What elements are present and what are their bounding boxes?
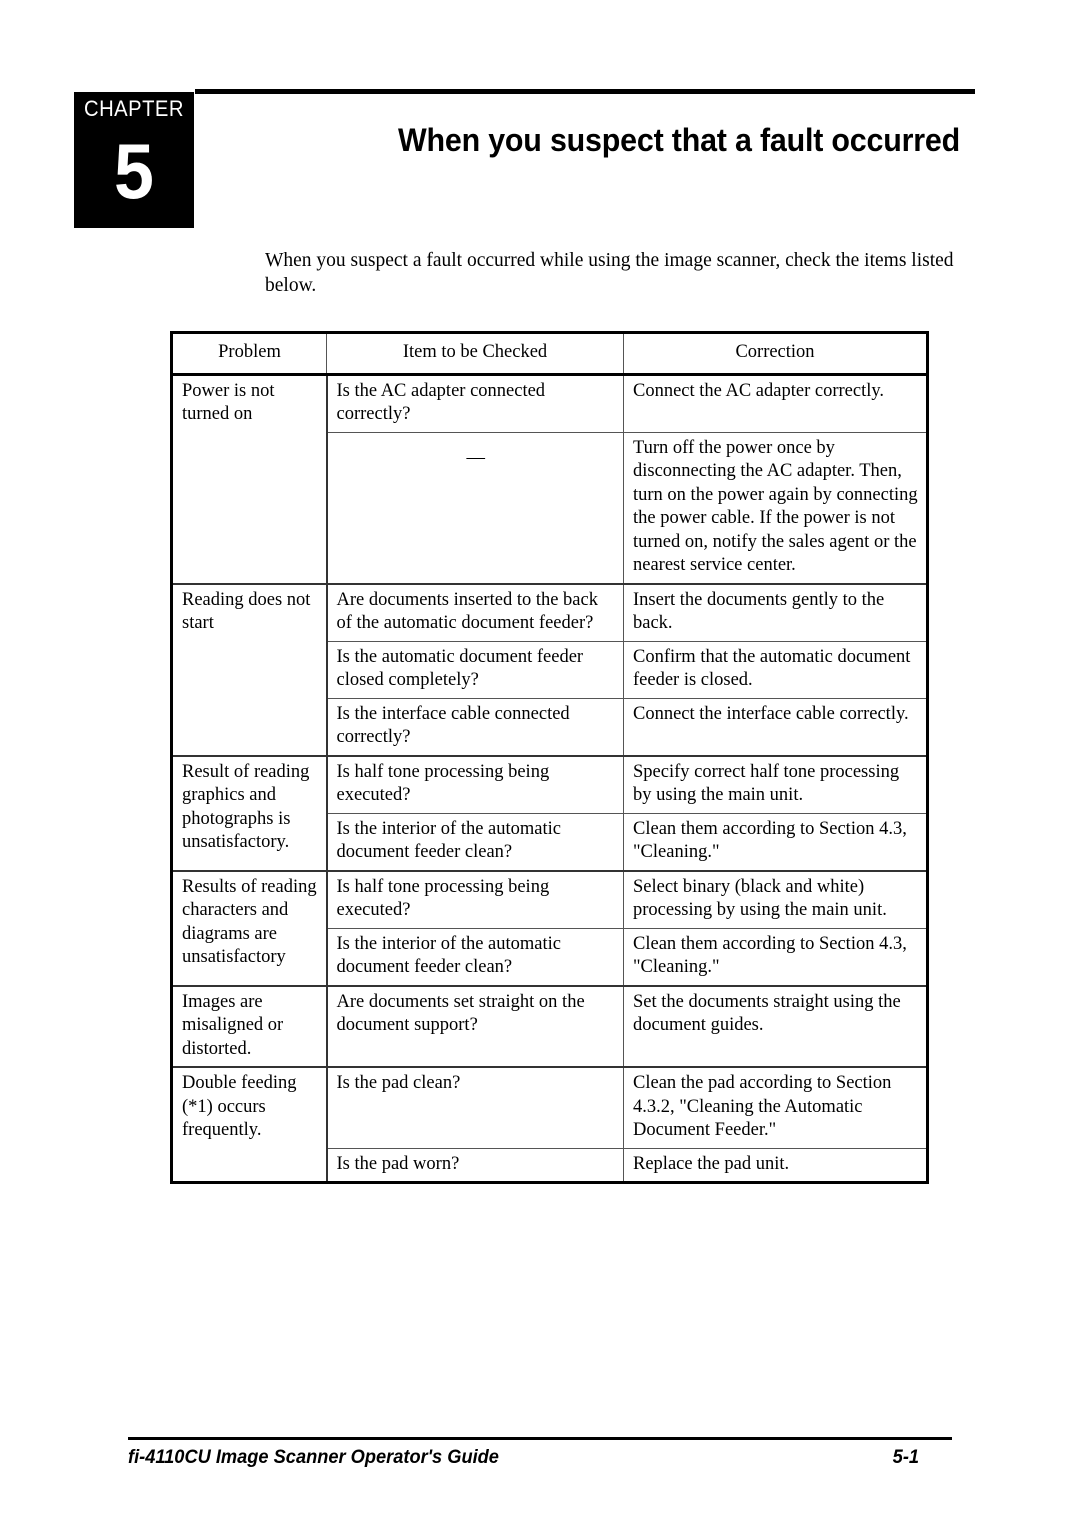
cell-item-empty: — [326, 431, 624, 584]
cell-problem: Results of reading characters and diagra… [171, 869, 328, 986]
footer-page-number: 5-1 [892, 1447, 920, 1468]
cell-item: Is the pad clean? [326, 1066, 624, 1149]
footer-rule [128, 1437, 952, 1440]
cell-item: Is the AC adapter connected correctly? [326, 373, 624, 433]
footer-document-title: fi-4110CU Image Scanner Operator's Guide [128, 1447, 499, 1468]
cell-correction: Connect the AC adapter correctly. [623, 373, 928, 433]
header-rule [195, 89, 975, 94]
cell-problem: Power is not turned on [171, 373, 328, 584]
troubleshooting-table: Problem Item to be Checked Correction Po… [170, 331, 929, 1184]
chapter-label: CHAPTER [84, 96, 184, 121]
cell-correction: Set the documents straight using the doc… [623, 984, 928, 1068]
cell-correction: Specify correct half tone processing by … [623, 754, 928, 814]
cell-correction: Clean them according to Section 4.3, "Cl… [623, 927, 928, 986]
cell-correction: Turn off the power once by disconnecting… [623, 431, 928, 584]
chapter-number: 5 [114, 127, 154, 215]
cell-item: Is the automatic document feeder closed … [326, 640, 624, 699]
column-header-item: Item to be Checked [326, 332, 624, 376]
cell-correction: Replace the pad unit. [623, 1147, 928, 1183]
page-title: When you suspect that a fault occurred [397, 122, 961, 158]
page-footer: fi-4110CU Image Scanner Operator's Guide… [128, 1447, 919, 1469]
table-row: Results of reading characters and diagra… [171, 869, 928, 986]
cell-item: Are documents set straight on the docume… [326, 984, 624, 1068]
cell-problem: Images are misaligned or distorted. [171, 984, 328, 1068]
cell-problem: Reading does not start [171, 582, 328, 756]
table-header-row: Problem Item to be Checked Correction [171, 332, 928, 376]
table-header: Problem Item to be Checked Correction [171, 332, 928, 376]
table-row: Double feeding (*1) occurs frequently. Is… [171, 1066, 928, 1183]
cell-correction: Insert the documents gently to the back. [623, 582, 928, 642]
chapter-badge: CHAPTER 5 [74, 92, 194, 228]
cell-item: Is the interior of the automatic documen… [326, 927, 624, 986]
cell-correction: Confirm that the automatic document feed… [623, 640, 928, 699]
table-row: Result of reading graphics and photograp… [171, 754, 928, 871]
table-row: Reading does not start Are documents inse… [171, 582, 928, 756]
cell-item: Is the pad worn? [326, 1147, 624, 1183]
cell-correction: Clean them according to Section 4.3, "Cl… [623, 812, 928, 871]
cell-correction: Clean the pad according to Section 4.3.2… [623, 1066, 928, 1149]
cell-correction: Select binary (black and white) processi… [623, 869, 928, 929]
cell-problem: Result of reading graphics and photograp… [171, 754, 328, 871]
table-body: Power is not turned on Is the AC adapter … [171, 373, 928, 1183]
cell-problem: Double feeding (*1) occurs frequently. [171, 1066, 328, 1183]
table-row: Power is not turned on Is the AC adapter … [171, 373, 928, 584]
cell-item: Is half tone processing being executed? [326, 869, 624, 929]
cell-item: Are documents inserted to the back of th… [326, 582, 624, 642]
cell-item: Is the interface cable connected correct… [326, 697, 624, 756]
table-row: Images are misaligned or distorted. Are d… [171, 984, 928, 1068]
column-header-correction: Correction [623, 332, 928, 376]
cell-item: Is the interior of the automatic documen… [326, 812, 624, 871]
document-page: CHAPTER 5 When you suspect that a fault … [0, 0, 1080, 1528]
cell-correction: Connect the interface cable correctly. [623, 697, 928, 756]
column-header-problem: Problem [171, 332, 327, 376]
intro-paragraph: When you suspect a fault occurred while … [265, 250, 954, 296]
cell-item: Is half tone processing being executed? [326, 754, 624, 814]
